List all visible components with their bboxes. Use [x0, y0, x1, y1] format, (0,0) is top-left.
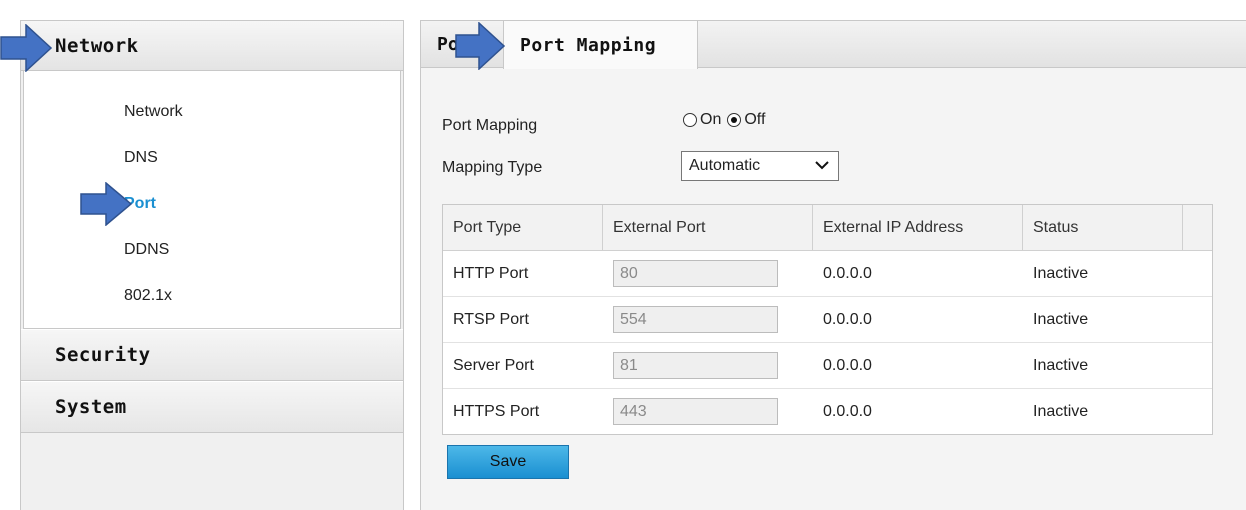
status-cell: Inactive: [1033, 356, 1089, 374]
status-cell: Inactive: [1033, 264, 1089, 282]
sidebar-section-label: System: [55, 396, 127, 418]
arrow-pointer-icon: [0, 24, 52, 72]
sidebar-section-security[interactable]: Security: [21, 329, 403, 381]
port-type-cell: HTTPS Port: [453, 402, 540, 420]
ip-cell: 0.0.0.0: [823, 310, 872, 328]
main-panel: Po Port Mapping Port Mapping On Off Mapp…: [420, 20, 1246, 510]
sidebar-item-network[interactable]: Network: [124, 103, 183, 121]
port-mapping-on-label: On: [700, 111, 722, 128]
port-type-cell: HTTP Port: [453, 264, 529, 282]
ip-cell: 0.0.0.0: [823, 356, 872, 374]
page: Network Network DNS Port DDNS 802.1x Sec…: [0, 0, 1246, 510]
mapping-type-value: Automatic: [689, 157, 761, 174]
sidebar: Network Network DNS Port DDNS 802.1x Sec…: [20, 20, 404, 510]
table-row: HTTP Port 80 0.0.0.0 Inactive: [443, 251, 1212, 297]
sidebar-header-network[interactable]: Network: [21, 21, 403, 71]
column-header-external-ip: External IP Address: [813, 205, 1023, 250]
port-mapping-table: Port Type External Port External IP Addr…: [442, 204, 1213, 435]
sidebar-item-ddns[interactable]: DDNS: [124, 241, 169, 259]
port-type-cell: RTSP Port: [453, 310, 529, 328]
column-header-external-port: External Port: [603, 205, 813, 250]
port-type-cell: Server Port: [453, 356, 534, 374]
tab-bar: Po Port Mapping: [421, 21, 1246, 69]
arrow-pointer-icon: [80, 182, 132, 226]
ip-cell: 0.0.0.0: [823, 402, 872, 420]
external-port-cell: 80: [603, 251, 813, 296]
sidebar-item-8021x[interactable]: 802.1x: [124, 287, 172, 305]
ip-cell: 0.0.0.0: [823, 264, 872, 282]
status-cell: Inactive: [1033, 310, 1089, 328]
port-mapping-off-radio[interactable]: [727, 113, 742, 127]
external-port-input[interactable]: 81: [613, 352, 778, 379]
external-port-input[interactable]: 443: [613, 398, 778, 425]
port-mapping-label: Port Mapping: [442, 117, 538, 134]
mapping-type-select[interactable]: Automatic: [681, 151, 839, 181]
table-header-row: Port Type External Port External IP Addr…: [443, 205, 1212, 251]
port-mapping-on-radio[interactable]: [683, 113, 697, 127]
sidebar-header-label: Network: [55, 34, 139, 57]
external-port-cell: 81: [603, 343, 813, 388]
column-header-port-type: Port Type: [443, 205, 603, 250]
status-cell: Inactive: [1033, 402, 1089, 420]
table-row: Server Port 81 0.0.0.0 Inactive: [443, 343, 1212, 389]
sidebar-section-label: Security: [55, 344, 151, 366]
tab-port-mapping[interactable]: Port Mapping: [503, 21, 698, 69]
column-header-spacer: [1183, 205, 1212, 250]
sidebar-item-dns[interactable]: DNS: [124, 149, 158, 167]
port-mapping-off-label: Off: [744, 111, 766, 128]
chevron-down-icon: [814, 157, 830, 176]
external-port-cell: 554: [603, 297, 813, 342]
external-port-input[interactable]: 80: [613, 260, 778, 287]
port-mapping-radio-group: On Off: [683, 111, 771, 129]
save-button[interactable]: Save: [447, 445, 569, 479]
sidebar-section-system[interactable]: System: [21, 381, 403, 433]
column-header-status: Status: [1023, 205, 1183, 250]
arrow-pointer-icon: [455, 22, 505, 70]
table-row: RTSP Port 554 0.0.0.0 Inactive: [443, 297, 1212, 343]
external-port-cell: 443: [603, 389, 813, 434]
external-port-input[interactable]: 554: [613, 306, 778, 333]
mapping-type-label: Mapping Type: [442, 159, 543, 176]
tab-label: Port Mapping: [520, 34, 657, 56]
table-row: HTTPS Port 443 0.0.0.0 Inactive: [443, 389, 1212, 434]
